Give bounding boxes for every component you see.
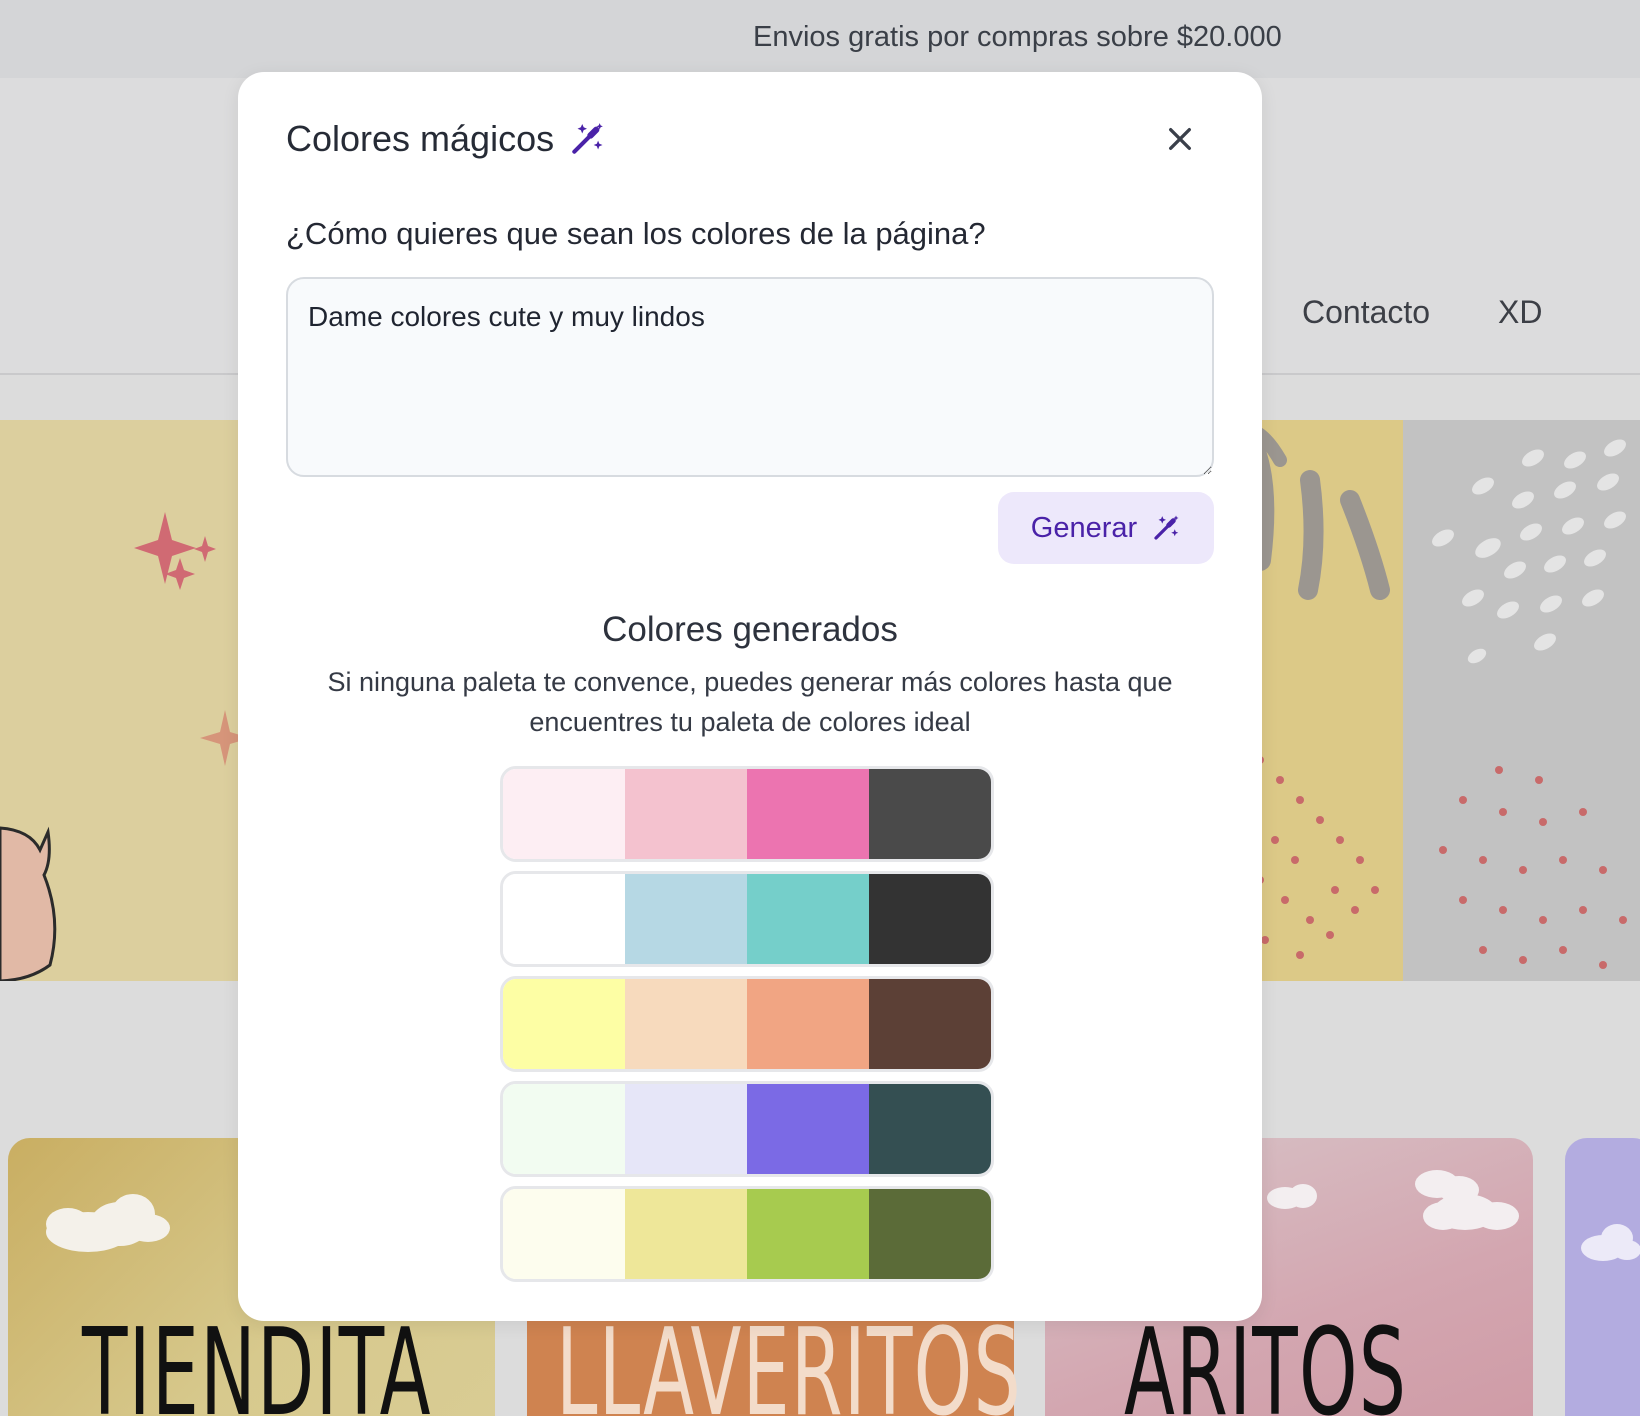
color-swatch: [869, 874, 991, 964]
color-swatch: [503, 979, 625, 1069]
color-swatch: [625, 1084, 747, 1174]
color-swatch: [625, 1189, 747, 1279]
palette-option-3[interactable]: [500, 976, 994, 1072]
color-swatch: [503, 1084, 625, 1174]
category-title: LLAVERITOS: [556, 1304, 1022, 1416]
announcement-text: Envios gratis por compras sobre $20.000: [753, 21, 1282, 53]
color-swatch: [747, 1189, 869, 1279]
color-swatch: [503, 769, 625, 859]
nav-link-xd[interactable]: XD: [1498, 294, 1542, 331]
prompt-question: ¿Cómo quieres que sean los colores de la…: [286, 216, 986, 251]
hero-banner-left: [0, 420, 260, 981]
category-card-partial[interactable]: [1565, 1138, 1640, 1416]
color-swatch: [625, 769, 747, 859]
generated-colors-heading: Colores generados: [602, 610, 898, 649]
nav-link-contacto[interactable]: Contacto: [1302, 294, 1430, 331]
color-swatch: [747, 1084, 869, 1174]
color-swatch: [625, 979, 747, 1069]
announcement-bar: Envios gratis por compras sobre $20.000: [0, 0, 1640, 78]
hero-banner-middle: [1240, 420, 1403, 981]
palette-option-4[interactable]: [500, 1081, 994, 1177]
color-swatch: [747, 979, 869, 1069]
cloud-illustration: [1581, 1224, 1640, 1261]
color-swatch: [869, 1189, 991, 1279]
modal-title-text: Colores mágicos: [286, 118, 555, 159]
magic-wand-icon: [1154, 515, 1179, 540]
sparkle-illustration: [0, 512, 250, 981]
generate-button[interactable]: Generar: [998, 492, 1214, 564]
leaf-illustration: [1240, 422, 1390, 959]
modal-title: Colores mágicos: [286, 118, 606, 160]
color-swatch: [869, 769, 991, 859]
hero-banner-right: [1403, 420, 1640, 981]
color-prompt-input[interactable]: Dame colores cute y muy lindos: [286, 277, 1214, 477]
palette-option-2[interactable]: [500, 871, 994, 967]
color-swatch: [747, 874, 869, 964]
close-icon: [1169, 128, 1191, 150]
category-title: ARITOS: [1124, 1304, 1408, 1416]
color-swatch: [747, 769, 869, 859]
color-swatch: [503, 874, 625, 964]
color-swatch: [503, 1189, 625, 1279]
magic-colors-modal: Colores mágicos ¿Cómo quieres que sean l…: [238, 72, 1262, 1321]
generated-colors-description: Si ninguna paleta te convence, puedes ge…: [327, 667, 1173, 737]
magic-wand-icon: [572, 123, 603, 154]
color-swatch: [625, 874, 747, 964]
color-swatch: [869, 1084, 991, 1174]
close-button[interactable]: [1160, 119, 1200, 159]
palette-option-5[interactable]: [500, 1186, 994, 1282]
palette-option-1[interactable]: [500, 766, 994, 862]
pattern-illustration: [1432, 439, 1627, 969]
color-swatch: [869, 979, 991, 1069]
generate-button-label: Generar: [1030, 511, 1138, 544]
category-title: TIENDITA: [82, 1304, 432, 1416]
